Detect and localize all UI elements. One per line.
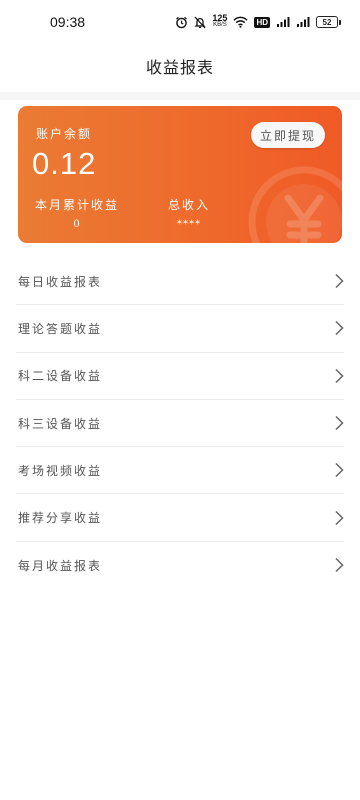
mute-icon xyxy=(194,16,206,29)
chevron-right-icon xyxy=(335,274,344,289)
menu-item-label: 理论答题收益 xyxy=(18,321,103,336)
chevron-right-icon xyxy=(335,321,344,336)
monthly-earnings-label: 本月累计收益 xyxy=(35,198,120,212)
signal-icon xyxy=(276,16,290,28)
chevron-right-icon xyxy=(335,463,344,478)
status-time: 09:38 xyxy=(50,14,86,30)
menu-item-subject2-device[interactable]: 科二设备收益 xyxy=(16,353,344,400)
net-speed-indicator: 125 KB/S xyxy=(212,13,228,29)
account-balance-amount: 0.12 xyxy=(32,146,97,181)
yuan-coin-icon xyxy=(248,166,342,243)
earnings-menu-list: 每日收益报表 理论答题收益 科二设备收益 科三设备收益 考场视频收益 推荐分享收… xyxy=(0,258,360,589)
menu-item-daily-report[interactable]: 每日收益报表 xyxy=(16,258,344,306)
menu-item-label: 考场视频收益 xyxy=(18,463,103,478)
account-balance-label: 账户余额 xyxy=(36,127,93,141)
hd-badge: HD xyxy=(254,16,270,28)
status-icons: 125 KB/S HD 52 xyxy=(175,13,341,31)
withdraw-button[interactable]: 立即提现 xyxy=(251,122,325,148)
signal-icon xyxy=(296,16,310,28)
menu-item-label: 科二设备收益 xyxy=(18,369,103,384)
chevron-right-icon xyxy=(335,416,344,431)
chevron-right-icon xyxy=(335,558,344,573)
chevron-right-icon xyxy=(335,510,344,525)
wifi-icon xyxy=(233,16,248,28)
menu-item-monthly-report[interactable]: 每月收益报表 xyxy=(16,542,344,589)
menu-item-label: 科三设备收益 xyxy=(18,416,103,431)
net-speed-value: 125 xyxy=(212,13,228,23)
menu-item-theory-quiz[interactable]: 理论答题收益 xyxy=(16,305,344,353)
net-speed-unit: KB/S xyxy=(213,22,227,28)
menu-item-label: 推荐分享收益 xyxy=(18,511,103,526)
menu-item-exam-video[interactable]: 考场视频收益 xyxy=(16,447,344,495)
section-separator xyxy=(0,92,360,100)
balance-card: 账户余额 0.12 立即提现 本月累计收益 0 总收入 **** xyxy=(18,106,342,243)
alarm-icon xyxy=(175,16,188,29)
chevron-right-icon xyxy=(335,368,344,383)
battery-icon: 52 xyxy=(316,16,341,28)
menu-item-referral-share[interactable]: 推荐分享收益 xyxy=(16,494,344,542)
monthly-earnings: 本月累计收益 0 xyxy=(35,196,119,230)
menu-item-label: 每月收益报表 xyxy=(18,558,103,573)
total-income-label: 总收入 xyxy=(168,198,211,212)
total-income-value: **** xyxy=(177,219,201,230)
total-income: 总收入 **** xyxy=(168,196,210,230)
status-bar: 09:38 125 KB/S HD 52 xyxy=(0,0,360,44)
monthly-earnings-value: 0 xyxy=(73,219,81,230)
page-title: 收益报表 xyxy=(145,58,214,77)
menu-item-label: 每日收益报表 xyxy=(18,274,103,289)
menu-item-subject3-device[interactable]: 科三设备收益 xyxy=(16,400,344,448)
